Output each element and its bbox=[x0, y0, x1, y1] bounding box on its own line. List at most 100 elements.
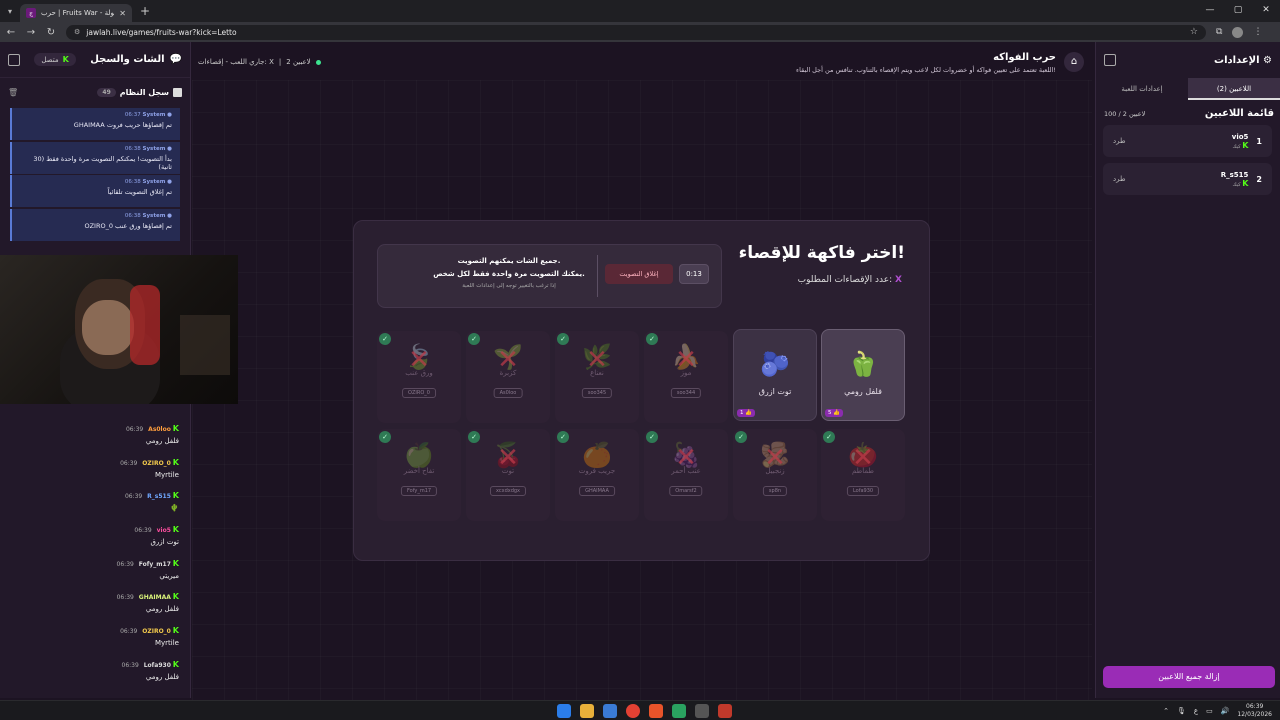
chat-list: 06:39 As0loo K فلفل رومي 06:39 OZIRO_0 K… bbox=[0, 422, 191, 692]
kick-player-button[interactable]: طرد bbox=[1113, 137, 1126, 145]
collapse-panel-icon[interactable] bbox=[1104, 54, 1116, 66]
chat-meta: 06:39 R_s515 K bbox=[0, 491, 179, 500]
os-taskbar: ⌃ 🎙 ع ▭ 🔊 06:39 12/03/2026 bbox=[0, 700, 1280, 720]
system-log-item: 06:38 System ● OZIRO_0 تم إقصاؤها ورق عن… bbox=[10, 208, 180, 241]
browser-tab[interactable]: ج حرب | Fruits War - جولة ✕ bbox=[20, 4, 132, 22]
fruit-name: نعناع bbox=[590, 369, 604, 377]
window-controls: — ▢ ✕ bbox=[1196, 0, 1280, 22]
store-icon[interactable] bbox=[603, 704, 617, 718]
fruit-name: عنب أحمر bbox=[671, 467, 701, 475]
players-list-title: قائمة اللاعبين bbox=[1204, 108, 1274, 119]
chat-text: Myrtile bbox=[154, 470, 179, 479]
tray-expand-icon[interactable]: ⌃ bbox=[1163, 707, 1169, 715]
chat-panel-header: متصل K الشات والسجل 💬 bbox=[0, 42, 190, 78]
new-tab-icon[interactable]: + bbox=[136, 4, 154, 18]
home-button[interactable]: ⌂ bbox=[1064, 52, 1084, 72]
fruit-card-eliminated: ✓ 🍒 ✕ توت xcxdxdgx bbox=[466, 429, 550, 521]
system-log-count: 49 bbox=[97, 87, 116, 97]
chrome-icon[interactable] bbox=[626, 704, 640, 718]
trash-icon[interactable]: 🗑 bbox=[8, 88, 18, 97]
blueberry-icon: 🫐 bbox=[760, 350, 790, 378]
file-explorer-icon[interactable] bbox=[580, 704, 594, 718]
close-vote-button[interactable]: إغلاق التصويت bbox=[605, 264, 673, 284]
connection-status: متصل K bbox=[34, 53, 76, 66]
fruit-owner: Omarsf2 bbox=[669, 486, 703, 496]
site-info-icon[interactable]: ⚙ bbox=[74, 28, 80, 36]
fruit-owner: Fofy_m17 bbox=[400, 486, 438, 496]
system-log-header[interactable]: 🗑 49 سجل النظام bbox=[0, 78, 190, 106]
settings-title: الإعدادات ⚙ bbox=[1214, 55, 1272, 66]
elimination-card: اختر فاكهة للإقصاء! عدد الإقصاءات المطلو… bbox=[353, 220, 930, 561]
settings-tabs: إعدادات اللعبة اللاعبين (2) bbox=[1096, 78, 1280, 100]
webcam-headset bbox=[130, 285, 160, 365]
network-icon[interactable]: ▭ bbox=[1206, 707, 1213, 715]
settings-header: الإعدادات ⚙ bbox=[1096, 42, 1280, 78]
forward-icon[interactable]: → bbox=[26, 27, 36, 38]
player-platform: كيك K bbox=[1232, 141, 1249, 150]
mic-icon[interactable]: 🎙 bbox=[1177, 707, 1186, 715]
log-icon bbox=[173, 87, 182, 97]
player-name-block: R_s515 كيك K bbox=[1221, 171, 1249, 188]
start-menu-icon[interactable] bbox=[557, 704, 571, 718]
system-log-list: 06:37 System ● GHAIMAA تم إقصاؤها حريب ف… bbox=[10, 108, 180, 242]
chat-username: As0loo bbox=[148, 426, 171, 433]
eliminations-count: X bbox=[895, 275, 902, 285]
chat-message: 06:39 GHAIMAA K فلفل رومي bbox=[0, 590, 191, 624]
back-icon[interactable]: ← bbox=[6, 27, 16, 38]
app-icon[interactable] bbox=[672, 704, 686, 718]
fruit-owner: xcxdxdgx bbox=[489, 486, 527, 496]
collapse-panel-icon[interactable] bbox=[8, 53, 20, 66]
chat-username: OZIRO_0 bbox=[142, 459, 171, 467]
clock[interactable]: 06:39 12/03/2026 bbox=[1237, 703, 1272, 719]
fruit-owner: OZIRO_0 bbox=[402, 388, 436, 398]
clock-time: 06:39 bbox=[1246, 703, 1264, 710]
tab-players[interactable]: اللاعبين (2) bbox=[1188, 78, 1280, 100]
browser-menu-icon[interactable]: ⋮ bbox=[1253, 27, 1262, 38]
players-list-header: 100 / 2 لاعبين قائمة اللاعبين bbox=[1096, 100, 1280, 119]
game-status: جاري اللعب - إقصاءات: X | 2 لاعبين bbox=[198, 58, 321, 66]
log-sender: System bbox=[142, 112, 166, 118]
kick-player-button[interactable]: طرد bbox=[1113, 175, 1126, 183]
vote-info-line-3: إذا ترغب بالتغيير توجه إلى إعدادات اللعب… bbox=[462, 283, 556, 289]
fruit-card-pepper[interactable]: 🫑 فلفل رومي 5 👍 bbox=[821, 329, 905, 421]
brave-icon[interactable] bbox=[649, 704, 663, 718]
log-time: 06:38 bbox=[124, 179, 141, 185]
fruit-card-blueberry[interactable]: 🫐 توت ازرق 1 👍 bbox=[733, 329, 817, 421]
profile-avatar[interactable] bbox=[1232, 26, 1244, 38]
chat-meta: 06:39 Fofy_m17 K bbox=[0, 559, 179, 568]
grapefruit-icon: 🍊 bbox=[582, 441, 612, 469]
obs-icon[interactable] bbox=[695, 704, 709, 718]
close-tab-icon[interactable]: ✕ bbox=[119, 9, 126, 18]
player-platform-text: كيك bbox=[1232, 181, 1241, 188]
close-window-icon[interactable]: ✕ bbox=[1252, 0, 1280, 22]
vote-box: 0:13 إغلاق التصويت جميع الشات يمكنهم الت… bbox=[377, 244, 722, 308]
maximize-icon[interactable]: ▢ bbox=[1224, 0, 1252, 22]
kick-icon: K bbox=[172, 491, 179, 501]
card-subtitle: عدد الإقصاءات المطلوب: X bbox=[798, 275, 905, 285]
address-bar[interactable]: ⚙ jawlah.live/games/fruits-war?kick=Lett… bbox=[66, 24, 1206, 40]
chat-time: 06:39 bbox=[120, 459, 138, 467]
tab-game-settings[interactable]: إعدادات اللعبة bbox=[1096, 78, 1188, 100]
log-message: بدأ التصويت! يمكنكم التصويت مرة واحدة فق… bbox=[33, 154, 172, 171]
bookmark-star-icon[interactable]: ☆ bbox=[1190, 27, 1198, 37]
chat-meta: 06:39 GHAIMAA K bbox=[0, 592, 179, 601]
browser-toolbar: ← → ↻ ⚙ jawlah.live/games/fruits-war?kic… bbox=[0, 22, 1280, 42]
fruit-name: تفاح أخضر bbox=[403, 467, 435, 475]
live-dot-icon bbox=[315, 59, 321, 65]
reload-icon[interactable]: ↻ bbox=[46, 27, 56, 38]
log-meta: 06:38 System ● bbox=[124, 212, 172, 219]
volume-icon[interactable]: 🔊 bbox=[1221, 707, 1230, 715]
tab-menu-icon[interactable]: ▾ bbox=[0, 0, 20, 22]
player-name-block: vio5 كيك K bbox=[1232, 133, 1249, 150]
chat-text: Myrtile bbox=[154, 639, 179, 648]
app-icon-2[interactable] bbox=[718, 704, 732, 718]
game-header: جاري اللعب - إقصاءات: X | 2 لاعبين حرب ا… bbox=[192, 42, 1092, 80]
remove-all-players-button[interactable]: إزالة جميع اللاعبين bbox=[1103, 666, 1275, 688]
extensions-icon[interactable]: ⧉ bbox=[1216, 27, 1222, 38]
players-count: 100 / 2 لاعبين bbox=[1104, 109, 1146, 118]
status-text: جاري اللعب - إقصاءات: X bbox=[198, 58, 274, 66]
chat-username: Lofa930 bbox=[143, 661, 171, 669]
minimize-icon[interactable]: — bbox=[1196, 0, 1224, 22]
language-indicator[interactable]: ع bbox=[1194, 707, 1198, 715]
chat-text: 🌵 bbox=[170, 504, 179, 513]
